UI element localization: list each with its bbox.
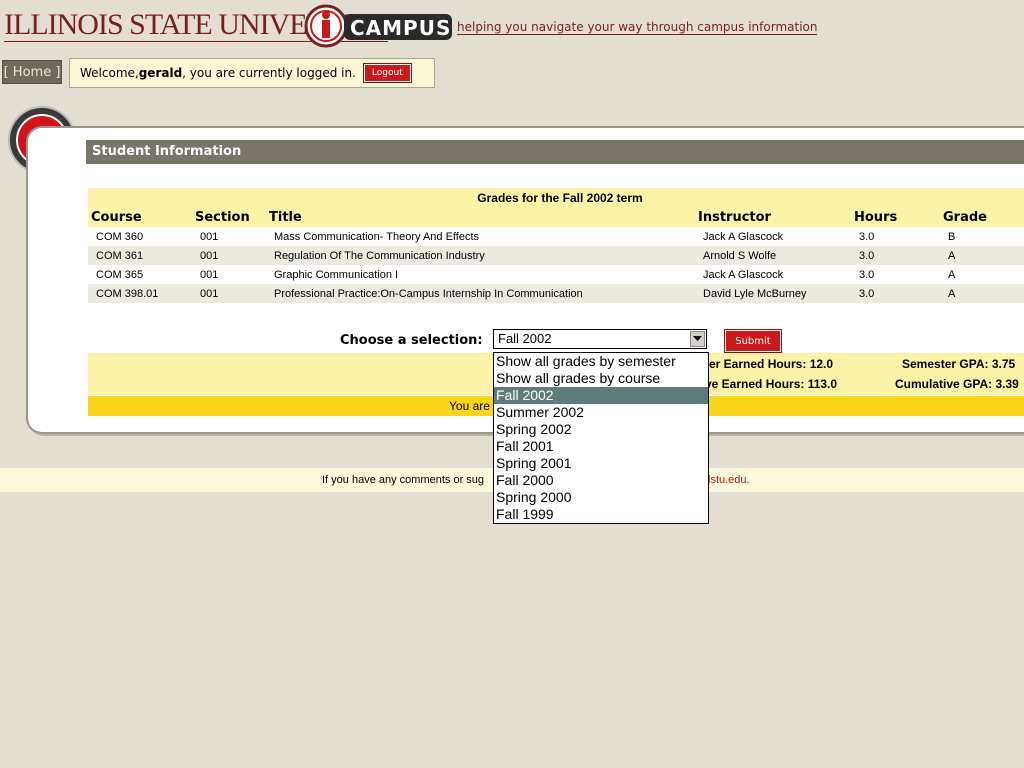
term-dropdown-list[interactable]: Show all grades by semester Show all gra… (493, 352, 709, 524)
column-header-hours: Hours (851, 208, 940, 227)
section-cell: 001 (192, 284, 266, 303)
course-cell: COM 361 (88, 246, 192, 265)
cumulative-hours: ve Earned Hours: 113.0 (705, 377, 838, 391)
dropdown-option[interactable]: Spring 2002 (494, 421, 708, 438)
logout-button[interactable]: Logout (362, 63, 412, 83)
dropdown-option[interactable]: Fall 2000 (494, 472, 708, 489)
instructor-cell: David Lyle McBurney (695, 284, 851, 303)
term-select[interactable]: Fall 2002 (493, 329, 707, 349)
column-header-course: Course (88, 208, 192, 227)
grade-cell: B (940, 227, 1024, 246)
term-select-value: Fall 2002 (498, 331, 552, 346)
welcome-suffix: , you are currently logged in. (182, 66, 356, 80)
table-row: COM 365 001 Graphic Communication I Jack… (88, 265, 1024, 284)
course-cell: COM 365 (88, 265, 192, 284)
hours-cell: 3.0 (851, 284, 940, 303)
table-row: COM 398.01 001 Professional Practice:On-… (88, 284, 1024, 303)
dropdown-option[interactable]: Summer 2002 (494, 404, 708, 421)
table-row: COM 361 001 Regulation Of The Communicat… (88, 246, 1024, 265)
term-heading: Grades for the Fall 2002 term (88, 188, 1024, 208)
dropdown-option[interactable]: Show all grades by semester (494, 353, 708, 370)
section-cell: 001 (192, 265, 266, 284)
chevron-down-icon[interactable] (690, 331, 705, 347)
panel-title: Student Information (86, 140, 1024, 164)
status-message: You are (449, 399, 490, 413)
grades-table: Grades for the Fall 2002 term Course Sec… (88, 188, 1024, 303)
semester-hours: ter Earned Hours: 12.0 (705, 357, 834, 371)
hours-cell: 3.0 (851, 246, 940, 265)
cumulative-gpa: Cumulative GPA: 3.39 (895, 377, 1019, 391)
submit-button[interactable]: Submit (724, 329, 782, 353)
dropdown-option-selected[interactable]: Fall 2002 (494, 387, 708, 404)
table-row: COM 360 001 Mass Communication- Theory A… (88, 227, 1024, 246)
choose-selection-label: Choose a selection: (340, 333, 483, 348)
welcome-box: Welcome, gerald, you are currently logge… (69, 58, 435, 88)
title-cell: Professional Practice:On-Campus Internsh… (266, 284, 695, 303)
dropdown-option[interactable]: Spring 2001 (494, 455, 708, 472)
semester-gpa: Semester GPA: 3.75 (902, 357, 1016, 371)
dropdown-option[interactable]: Fall 2001 (494, 438, 708, 455)
column-header-instructor: Instructor (695, 208, 851, 227)
title-cell: Mass Communication- Theory And Effects (266, 227, 695, 246)
footer-comment-text: If you have any comments or sug (322, 474, 485, 486)
hours-cell: 3.0 (851, 227, 940, 246)
instructor-cell: Jack A Glascock (695, 265, 851, 284)
grade-cell: A (940, 265, 1024, 284)
course-cell: COM 360 (88, 227, 192, 246)
section-cell: 001 (192, 246, 266, 265)
title-cell: Graphic Communication I (266, 265, 695, 284)
home-button[interactable]: [ Home ] (2, 60, 62, 84)
table-header-row: Course Section Title Instructor Hours Gr… (88, 208, 1024, 227)
svg-text:CAMPUS: CAMPUS (350, 16, 451, 40)
dropdown-option[interactable]: Fall 1999 (494, 506, 708, 523)
footer-email-link[interactable]: lstu.edu. (708, 474, 750, 486)
instructor-cell: Jack A Glascock (695, 227, 851, 246)
tagline-link[interactable]: helping you navigate your way through ca… (457, 20, 818, 35)
grade-cell: A (940, 246, 1024, 265)
hours-cell: 3.0 (851, 265, 940, 284)
username: gerald (138, 66, 183, 80)
column-header-grade: Grade (940, 208, 1024, 227)
section-cell: 001 (192, 227, 266, 246)
term-heading-row: Grades for the Fall 2002 term (88, 188, 1024, 208)
grade-cell: A (940, 284, 1024, 303)
dropdown-option[interactable]: Show all grades by course (494, 370, 708, 387)
welcome-prefix: Welcome, (80, 66, 139, 80)
column-header-title: Title (266, 208, 695, 227)
instructor-cell: Arnold S Wolfe (695, 246, 851, 265)
course-cell: COM 398.01 (88, 284, 192, 303)
icampus-logo[interactable]: CAMPUS (304, 4, 454, 48)
title-cell: Regulation Of The Communication Industry (266, 246, 695, 265)
dropdown-option[interactable]: Spring 2000 (494, 489, 708, 506)
column-header-section: Section (192, 208, 266, 227)
